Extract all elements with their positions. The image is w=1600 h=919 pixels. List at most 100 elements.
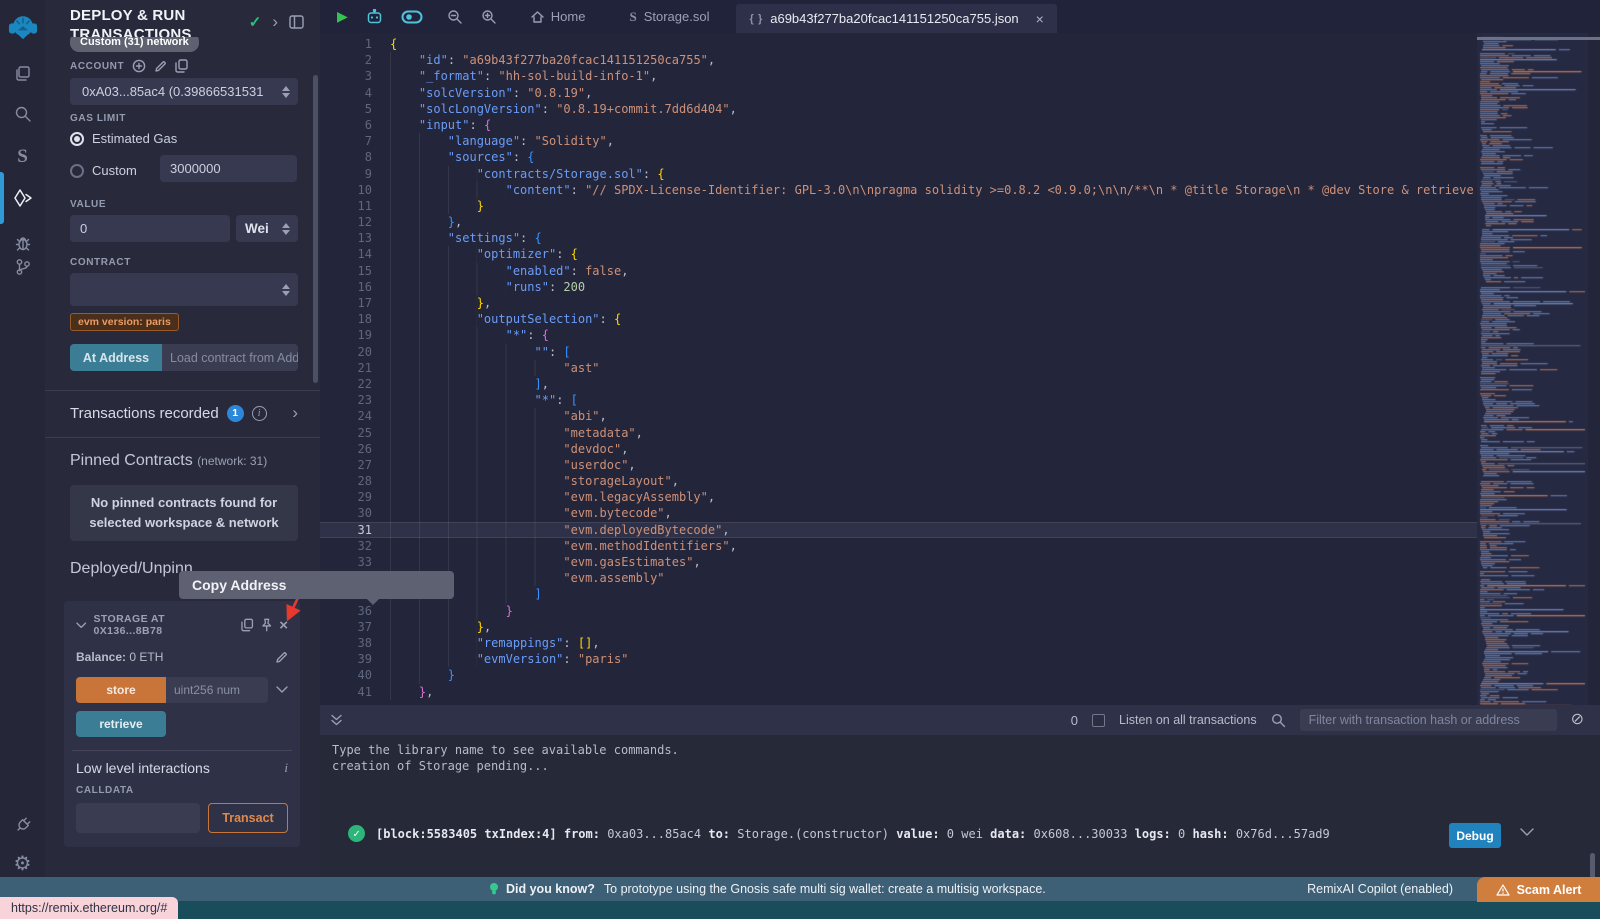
code-line[interactable]: 18 "outputSelection": { [320,311,1477,327]
code-line[interactable]: 8 "sources": { [320,149,1477,165]
code-line[interactable]: 36 } [320,603,1477,619]
info-icon[interactable]: i [252,406,267,421]
add-account-icon[interactable] [132,59,146,73]
terminal-search-icon[interactable] [1271,713,1286,728]
code-line[interactable]: 10 "content": "// SPDX-License-Identifie… [320,182,1477,198]
code-editor[interactable]: 1{2 "id": "a69b43f277ba20fcac141151250ca… [320,33,1477,705]
code-line[interactable]: 14 "optimizer": { [320,246,1477,262]
low-level-info-icon[interactable]: i [284,760,288,776]
search-icon[interactable] [0,97,45,131]
minimap[interactable] [1477,33,1588,717]
code-line[interactable]: 22 ], [320,376,1477,392]
code-line[interactable]: 17 }, [320,295,1477,311]
expand-chevron-icon[interactable]: › [292,403,298,423]
code-line[interactable]: 12 }, [320,214,1477,230]
code-line[interactable]: 30 "evm.bytecode", [320,505,1477,521]
filter-input[interactable] [1300,709,1557,731]
code-line[interactable]: 16 "runs": 200 [320,279,1477,295]
git-icon[interactable] [0,250,45,284]
debug-button[interactable]: Debug [1449,823,1501,848]
code-line[interactable]: 20 "": [ [320,344,1477,360]
code-line[interactable]: 26 "devdoc", [320,441,1477,457]
tab-storage-sol[interactable]: S Storage.sol [616,0,722,33]
collapse-chevron-icon[interactable] [76,622,86,629]
value-input[interactable] [70,215,230,242]
code-line[interactable]: 39 "evmVersion": "paris" [320,651,1477,667]
code-line[interactable]: 6 "input": { [320,117,1477,133]
code-line[interactable]: 27 "userdoc", [320,457,1477,473]
code-line[interactable]: 5 "solcLongVersion": "0.8.19+commit.7dd6… [320,101,1477,117]
estimated-gas-radio[interactable] [70,132,84,146]
custom-gas-radio[interactable] [70,164,84,178]
store-arg-input[interactable] [166,677,268,703]
code-line[interactable]: 21 "ast" [320,360,1477,376]
code-line[interactable]: 4 "solcVersion": "0.8.19", [320,85,1477,101]
code-line[interactable]: 7 "language": "Solidity", [320,133,1477,149]
scam-alert-button[interactable]: Scam Alert [1477,877,1600,902]
calldata-input[interactable] [76,803,200,833]
code-line[interactable]: 11 } [320,198,1477,214]
contract-stepper-icon[interactable] [282,284,290,296]
code-line[interactable]: 31 "evm.deployedBytecode", [320,522,1477,538]
store-button[interactable]: store [76,677,166,703]
code-line[interactable]: 28 "storageLayout", [320,473,1477,489]
transact-button[interactable]: Transact [208,803,288,833]
terminal-body[interactable]: Type the library name to see available c… [320,735,1600,877]
transaction-log-row[interactable]: ✓ [block:5583405 txIndex:4] from: 0xa03.… [348,825,1330,842]
chevron-right-icon[interactable]: › [272,12,278,32]
account-stepper-icon[interactable] [282,86,290,98]
code-line[interactable]: 2 "id": "a69b43f277ba20fcac141151250ca75… [320,52,1477,68]
run-script-icon[interactable]: ▶ [328,0,357,33]
code-line[interactable]: 9 "contracts/Storage.sol": { [320,166,1477,182]
code-line[interactable]: 35 ] [320,586,1477,602]
settings-gear-icon[interactable]: ⚙ [0,846,45,880]
copy-account-icon[interactable] [175,59,188,73]
close-tab-icon[interactable]: × [1036,11,1044,27]
contract-select[interactable] [70,273,298,306]
code-line[interactable]: 37 }, [320,619,1477,635]
code-line[interactable]: 34 "evm.assembly" [320,570,1477,586]
retrieve-button[interactable]: retrieve [76,711,166,737]
code-line[interactable]: 41 }, [320,684,1477,700]
copilot-toggle-icon[interactable] [392,0,432,33]
value-unit-select[interactable]: Wei [236,215,298,242]
code-line[interactable]: 29 "evm.legacyAssembly", [320,489,1477,505]
tx-expand-chevron-icon[interactable] [1520,828,1534,837]
code-line[interactable]: 40 } [320,667,1477,683]
tab-home[interactable]: Home [518,0,599,33]
editor-hscrollbar[interactable] [1477,37,1600,40]
expand-args-chevron-icon[interactable] [276,686,288,694]
file-explorer-icon[interactable] [0,57,45,91]
code-line[interactable]: 24 "abi", [320,408,1477,424]
deploy-run-icon[interactable] [0,181,45,215]
code-line[interactable]: 23 "*": [ [320,392,1477,408]
load-contract-input[interactable]: Load contract from Addre [162,344,298,371]
code-line[interactable]: 19 "*": { [320,327,1477,343]
edit-pencil-icon[interactable] [154,60,167,73]
code-line[interactable]: 13 "settings": { [320,230,1477,246]
unit-stepper-icon[interactable] [282,223,290,235]
at-address-button[interactable]: At Address [70,344,162,371]
listen-all-checkbox[interactable] [1092,714,1105,727]
code-line[interactable]: 3 "_format": "hh-sol-build-info-1", [320,68,1477,84]
code-line[interactable]: 33 "evm.gasEstimates", [320,554,1477,570]
zoom-in-icon[interactable] [472,0,506,33]
custom-gas-input[interactable] [160,155,297,182]
plugin-manager-icon[interactable] [0,808,45,842]
copilot-status[interactable]: RemixAI Copilot (enabled) [1307,882,1453,896]
account-select[interactable]: 0xA03...85ac4 (0.39866531531 [70,78,298,105]
solidity-compiler-icon[interactable]: S [0,140,45,174]
clear-console-icon[interactable]: ⊘ [1571,712,1584,728]
code-line[interactable]: 38 "remappings": [], [320,635,1477,651]
code-line[interactable]: 32 "evm.methodIdentifiers", [320,538,1477,554]
ai-copilot-robot-icon[interactable] [357,0,392,33]
zoom-out-icon[interactable] [438,0,472,33]
code-line[interactable]: 1{ [320,36,1477,52]
code-line[interactable]: 15 "enabled": false, [320,263,1477,279]
pin-panel-icon[interactable] [289,15,304,29]
collapse-terminal-icon[interactable] [330,714,343,726]
tab-json-file[interactable]: { } a69b43f277ba20fcac141151250ca755.jso… [736,4,1056,33]
edit-balance-icon[interactable] [275,651,288,664]
remix-logo-icon[interactable] [0,6,45,50]
panel-scrollbar[interactable] [313,75,318,383]
